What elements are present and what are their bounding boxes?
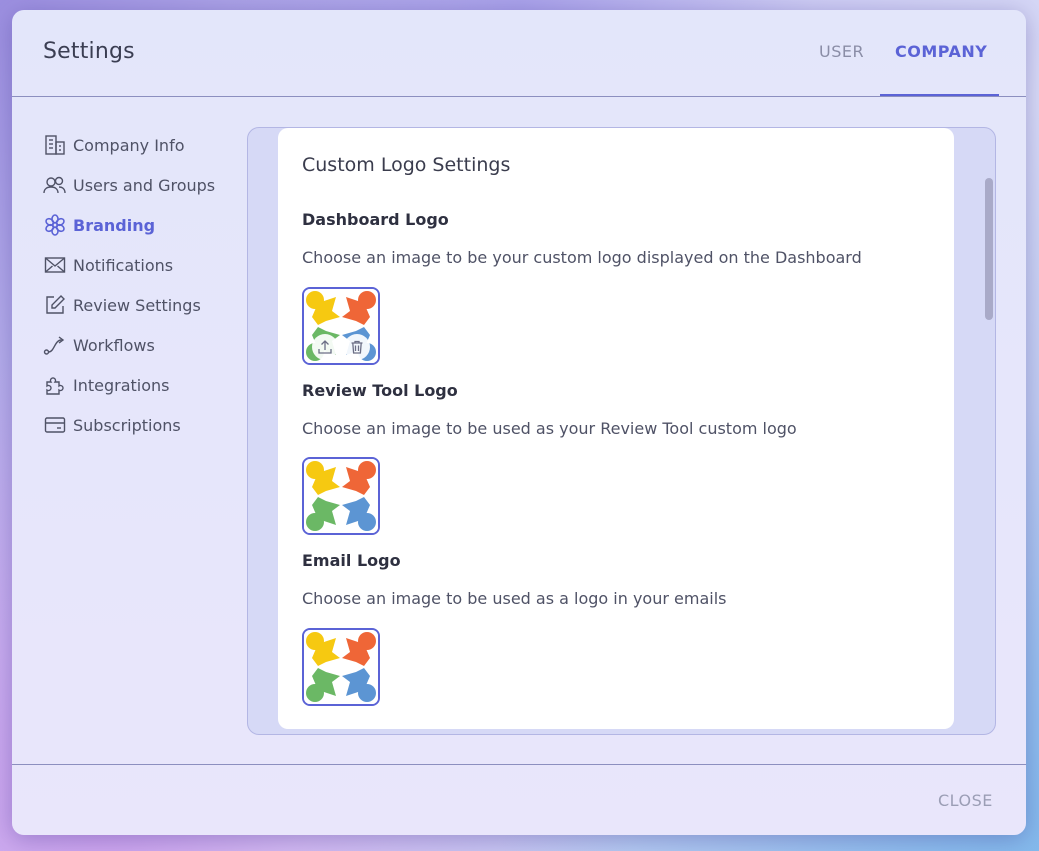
email-logo-section: Email Logo Choose an image to be used as… <box>302 551 726 608</box>
section-heading: Dashboard Logo <box>302 210 449 229</box>
close-button[interactable]: CLOSE <box>938 791 993 810</box>
delete-button[interactable] <box>344 334 370 360</box>
sidebar-item-users-and-groups[interactable]: Users and Groups <box>43 165 243 205</box>
modal-title: Settings <box>43 39 135 64</box>
sidebar-item-label: Branding <box>73 215 156 235</box>
dashboard-logo-section: Dashboard Logo Choose an image to be you… <box>302 210 862 267</box>
sidebar-item-label: Company Info <box>73 135 185 155</box>
sidebar-item-review-settings[interactable]: Review Settings <box>43 285 243 325</box>
building-icon <box>43 133 67 157</box>
company-logo-image <box>304 630 378 704</box>
sidebar-item-company-info[interactable]: Company Info <box>43 125 243 165</box>
sidebar-item-branding[interactable]: Branding <box>43 205 243 245</box>
scrollbar-thumb[interactable] <box>985 178 993 320</box>
scrollbar[interactable] <box>982 170 994 725</box>
workflow-icon <box>43 333 67 357</box>
active-tab-indicator <box>880 94 999 96</box>
tab-company[interactable]: COMPANY <box>895 42 987 61</box>
sidebar: Company Info Users and Groups Branding N… <box>43 125 243 445</box>
modal-footer: CLOSE <box>12 764 1026 835</box>
sidebar-item-label: Integrations <box>73 375 170 395</box>
sidebar-item-label: Review Settings <box>73 295 201 315</box>
content-panel: Custom Logo Settings Dashboard Logo Choo… <box>247 127 996 735</box>
edit-icon <box>43 293 67 317</box>
upload-icon <box>318 340 332 354</box>
tab-user[interactable]: USER <box>819 42 864 61</box>
section-heading: Email Logo <box>302 551 401 570</box>
email-logo-preview[interactable] <box>302 628 380 706</box>
section-heading: Review Tool Logo <box>302 381 458 400</box>
section-description: Choose an image to be used as a logo in … <box>302 589 727 608</box>
flower-icon <box>43 213 67 237</box>
logo-actions <box>304 334 378 360</box>
sidebar-item-label: Notifications <box>73 255 174 275</box>
dashboard-logo-preview[interactable] <box>302 287 380 365</box>
users-icon <box>43 173 67 197</box>
card-icon <box>43 413 67 437</box>
company-logo-image <box>304 459 378 533</box>
sidebar-item-integrations[interactable]: Integrations <box>43 365 243 405</box>
sidebar-item-notifications[interactable]: Notifications <box>43 245 243 285</box>
sidebar-item-label: Subscriptions <box>73 415 181 435</box>
sidebar-item-label: Workflows <box>73 335 155 355</box>
puzzle-icon <box>43 373 67 397</box>
upload-button[interactable] <box>312 334 338 360</box>
section-description: Choose an image to be your custom logo d… <box>302 248 862 267</box>
review-tool-logo-section: Review Tool Logo Choose an image to be u… <box>302 381 797 438</box>
modal-header: Settings USER COMPANY <box>12 10 1026 97</box>
trash-icon <box>351 340 363 354</box>
section-description: Choose an image to be used as your Revie… <box>302 419 797 438</box>
settings-modal: Settings USER COMPANY Company Info Users… <box>12 10 1026 835</box>
sidebar-item-label: Users and Groups <box>73 175 216 195</box>
sidebar-item-subscriptions[interactable]: Subscriptions <box>43 405 243 445</box>
sidebar-item-workflows[interactable]: Workflows <box>43 325 243 365</box>
card-title: Custom Logo Settings <box>302 154 511 176</box>
review-tool-logo-preview[interactable] <box>302 457 380 535</box>
custom-logo-card: Custom Logo Settings Dashboard Logo Choo… <box>278 128 954 729</box>
envelope-icon <box>43 253 67 277</box>
